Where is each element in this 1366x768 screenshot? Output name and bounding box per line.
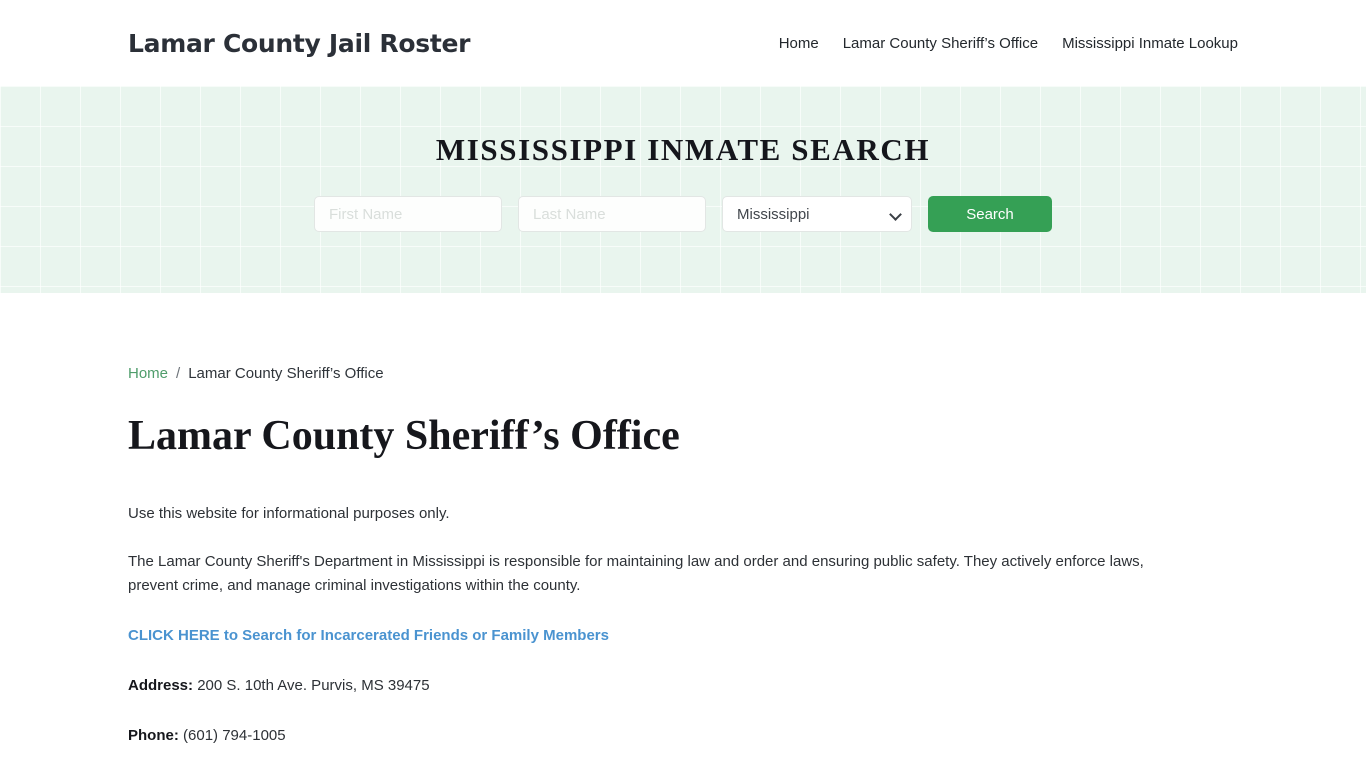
cta-link-paragraph: CLICK HERE to Search for Incarcerated Fr… xyxy=(128,624,1190,648)
intro-paragraph: Use this website for informational purpo… xyxy=(128,505,450,522)
phone-label: Phone: xyxy=(128,727,179,744)
breadcrumb-current: Lamar County Sheriff’s Office xyxy=(188,365,384,382)
nav-item-mississippi-inmate-lookup[interactable]: Mississippi Inmate Lookup xyxy=(1062,35,1238,52)
breadcrumb-separator: / xyxy=(176,365,181,382)
address-value: 200 S. 10th Ave. Purvis, MS 39475 xyxy=(197,677,430,694)
main-content: Home / Lamar County Sheriff’s Office Lam… xyxy=(0,293,1366,768)
first-name-input[interactable] xyxy=(314,196,502,232)
state-select-wrapper: Mississippi xyxy=(722,196,912,232)
search-incarcerated-link[interactable]: CLICK HERE to Search for Incarcerated Fr… xyxy=(128,627,609,644)
nav-item-home[interactable]: Home xyxy=(779,35,819,52)
address-line: Address: 200 S. 10th Ave. Purvis, MS 394… xyxy=(128,674,1190,698)
address-label: Address: xyxy=(128,677,194,694)
site-header: Lamar County Jail Roster Home Lamar Coun… xyxy=(0,0,1366,86)
last-name-input[interactable] xyxy=(518,196,706,232)
description-paragraph: The Lamar County Sheriff's Department in… xyxy=(128,553,1144,594)
inmate-search-form: Mississippi Search xyxy=(314,196,1052,232)
site-brand-logo[interactable]: Lamar County Jail Roster xyxy=(128,29,470,58)
breadcrumb: Home / Lamar County Sheriff’s Office xyxy=(128,293,1238,382)
main-navigation: Home Lamar County Sheriff’s Office Missi… xyxy=(779,35,1238,52)
phone-line: Phone: (601) 794-1005 xyxy=(128,724,1190,748)
page-title: Lamar County Sheriff’s Office xyxy=(128,413,680,459)
phone-value: (601) 794-1005 xyxy=(183,727,286,744)
nav-item-lamar-county-sheriffs-office[interactable]: Lamar County Sheriff’s Office xyxy=(843,35,1038,52)
state-select[interactable]: Mississippi xyxy=(722,196,912,232)
hero-title: Mississippi Inmate Search xyxy=(435,132,931,167)
hero-search-section: Mississippi Inmate Search Mississippi Se… xyxy=(0,86,1366,293)
search-button[interactable]: Search xyxy=(928,196,1052,232)
breadcrumb-link-home[interactable]: Home xyxy=(128,365,168,382)
